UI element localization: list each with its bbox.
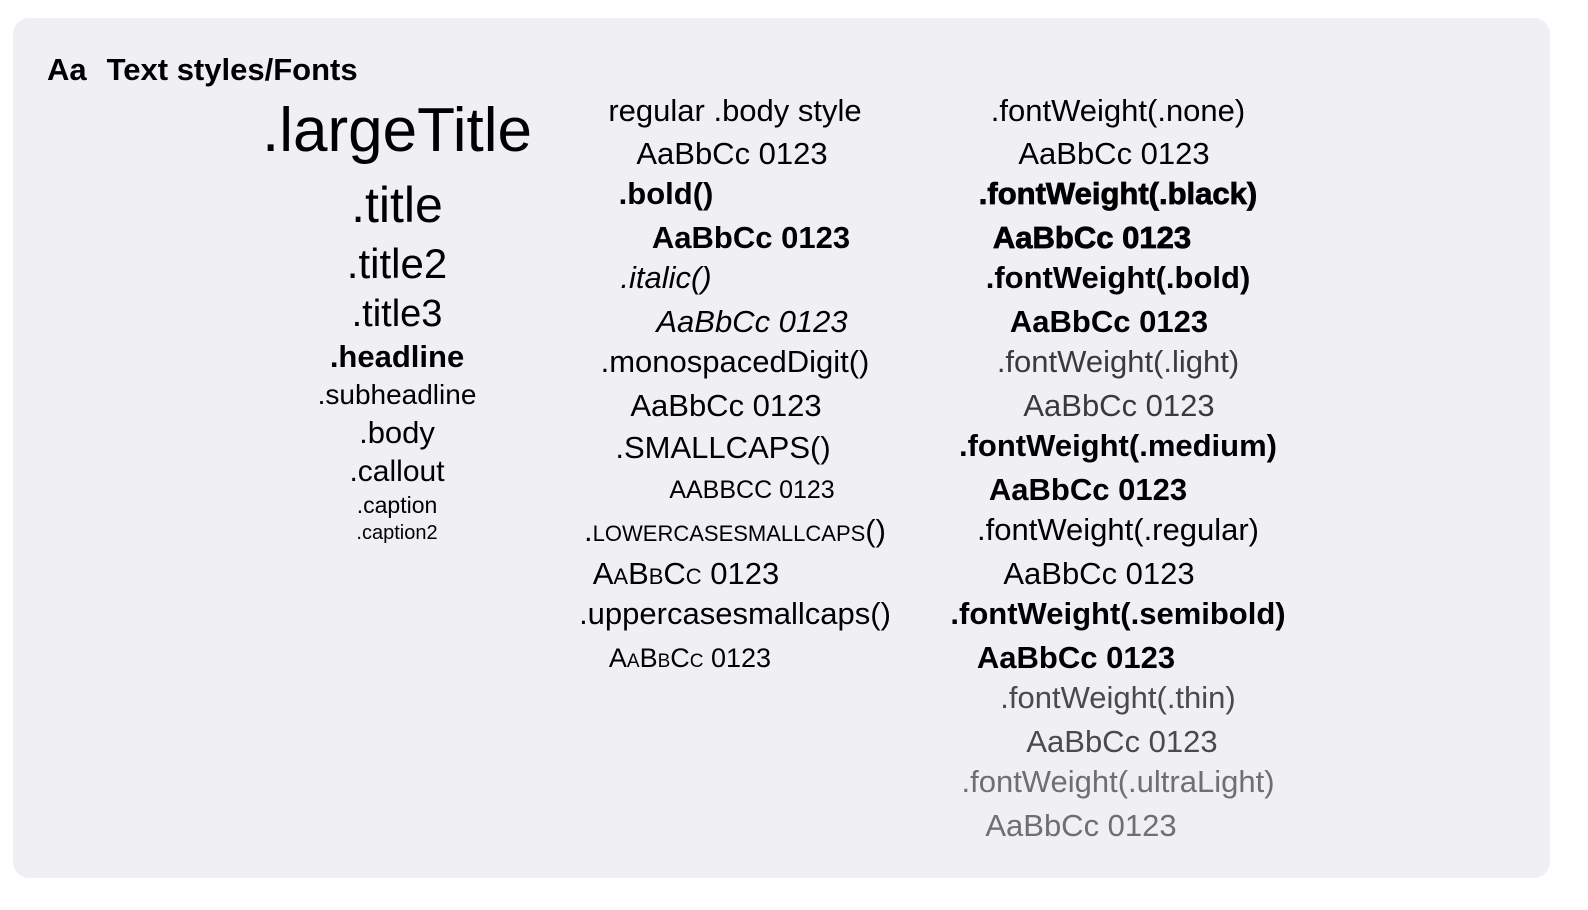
weight-bold-label: .fontWeight(.bold) — [985, 260, 1251, 295]
modifier-regular-sample: AaBbCc 0123 — [636, 136, 828, 171]
style-headline: .headline — [329, 339, 465, 374]
modifier-uppercase-smallcaps-sample: AaBbCc 0123 — [608, 643, 772, 673]
weight-medium-label: .fontWeight(.medium) — [959, 428, 1277, 463]
modifier-uppercase-smallcaps-label: .uppercasesmallcaps() — [579, 596, 891, 631]
weight-none-sample: AaBbCc 0123 — [1018, 136, 1210, 171]
style-subheadline: .subheadline — [317, 379, 477, 410]
modifier-smallcaps-sample: AaBbCc 0123 — [669, 476, 835, 504]
style-large-title: .largeTitle — [262, 96, 532, 165]
weight-none-label: .fontWeight(.none) — [990, 93, 1246, 128]
style-title2: .title2 — [346, 240, 448, 287]
modifier-italic-label: .italic() — [620, 260, 712, 295]
text-format-icon: Aa — [47, 52, 87, 87]
weight-black-label: .fontWeight(.black) — [978, 176, 1258, 211]
weight-ultralight-label: .fontWeight(.ultraLight) — [961, 764, 1275, 799]
weight-light-label: .fontWeight(.light) — [996, 344, 1240, 379]
weight-bold-sample: AaBbCc 0123 — [1009, 304, 1209, 339]
weight-semibold-sample: AaBbCc 0123 — [976, 640, 1176, 675]
section-title: Text styles/Fonts — [106, 52, 358, 87]
style-caption: .caption — [356, 492, 438, 518]
weight-thin-label: .fontWeight(.thin) — [1000, 680, 1236, 715]
weight-medium-sample: AaBbCc 0123 — [988, 472, 1188, 507]
style-title: .title — [351, 177, 443, 233]
weight-regular-sample: AaBbCc 0123 — [1003, 556, 1195, 591]
style-callout: .callout — [349, 455, 445, 488]
modifier-monospaced-sample: AaBbCc 0123 — [630, 388, 822, 423]
style-body: .body — [359, 415, 435, 450]
modifier-monospaced-label: .monospacedDigit() — [600, 344, 870, 379]
style-caption2: .caption2 — [356, 522, 438, 544]
weight-black-sample: AaBbCc 0123 — [992, 220, 1192, 255]
style-title3: .title3 — [351, 293, 443, 335]
weight-thin-sample: AaBbCc 0123 — [1026, 724, 1218, 759]
weight-semibold-label: .fontWeight(.semibold) — [950, 596, 1286, 631]
weight-light-sample: AaBbCc 0123 — [1023, 388, 1215, 423]
modifier-italic-sample: AaBbCc 0123 — [656, 304, 848, 339]
modifier-lowercase-smallcaps-sample: AaBbCc 0123 — [592, 556, 780, 591]
modifier-bold-label: .bold() — [618, 176, 714, 211]
modifier-smallcaps-label: .SMALLCAPS() — [615, 430, 831, 465]
weight-ultralight-sample: AaBbCc 0123 — [985, 808, 1177, 843]
weight-regular-label: .fontWeight(.regular) — [977, 512, 1259, 547]
section-header: Aa Text styles/Fonts — [47, 52, 358, 88]
modifier-regular-label: regular .body style — [608, 93, 862, 128]
modifier-lowercase-smallcaps-label: .LOWERCASESMALLCAPS() — [584, 513, 886, 548]
modifier-bold-sample: AaBbCc 0123 — [651, 220, 851, 255]
